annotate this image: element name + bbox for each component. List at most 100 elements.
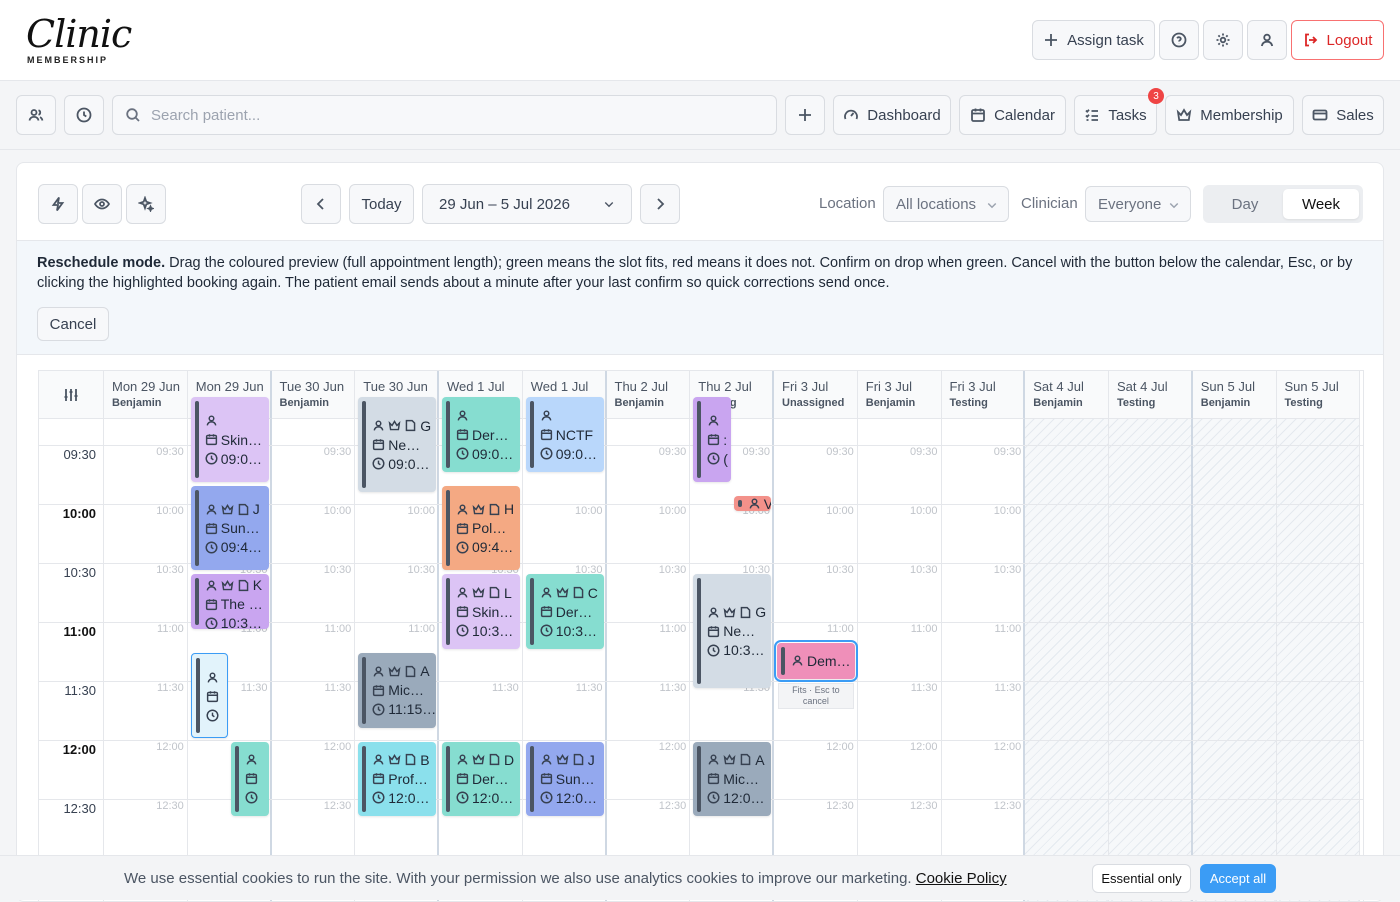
day-column[interactable]	[942, 419, 1026, 901]
appointment-card[interactable]: V	[733, 495, 772, 512]
logout-button[interactable]: Logout	[1291, 20, 1384, 60]
day-column[interactable]	[1025, 419, 1109, 901]
appointment-service: Der…	[472, 426, 509, 443]
top-bar: Clinic MEMBERSHIP Assign task Logout	[0, 0, 1400, 81]
appointment-card[interactable]	[190, 653, 229, 738]
appointment-card[interactable]: B Prof… 12:0…	[358, 741, 436, 817]
sliders-icon	[64, 388, 78, 401]
day-column[interactable]	[1109, 419, 1193, 901]
appointment-card[interactable]: L Skin… 10:3…	[442, 574, 520, 650]
calendar-nav-button[interactable]: Calendar	[959, 95, 1066, 135]
appointment-status-bar	[446, 745, 450, 813]
appointment-service: NCTF	[555, 426, 594, 443]
day-column[interactable]	[1276, 419, 1361, 901]
settings-button[interactable]	[1203, 20, 1243, 60]
appointment-card[interactable]: :(	[693, 397, 731, 482]
membership-button[interactable]: Membership	[1165, 95, 1294, 135]
clinic-logo[interactable]: Clinic MEMBERSHIP	[16, 8, 132, 70]
day-column-header: Sat 4 Jul Benjamin	[1025, 371, 1109, 419]
appointment-card[interactable]: G Ne… 10:3…	[693, 574, 771, 689]
day-column[interactable]	[858, 419, 942, 901]
appointment-name: C	[587, 584, 598, 601]
day-column[interactable]	[104, 419, 188, 901]
day-column[interactable]	[1192, 419, 1277, 901]
appointment-service: Mic…	[723, 770, 760, 787]
appointment-card[interactable]: C Der… 10:3…	[525, 574, 604, 650]
appointment-service-row: Der…	[540, 603, 592, 621]
appointment-service: Sun…	[555, 770, 595, 787]
chevron-left-icon	[316, 198, 324, 210]
appointment-name-row	[456, 407, 472, 425]
visibility-button[interactable]	[82, 184, 122, 224]
ai-assist-button[interactable]	[126, 184, 166, 224]
previous-week-button[interactable]	[301, 184, 341, 224]
tasks-button[interactable]: Tasks 3	[1074, 88, 1164, 135]
appointment-name: H	[504, 501, 515, 518]
logo-script: Clinic	[26, 12, 132, 56]
slot-time-label: 11:30	[659, 681, 687, 694]
clock-icon	[372, 703, 385, 716]
search-icon	[126, 108, 140, 122]
accept-all-button[interactable]: Accept all	[1200, 864, 1276, 893]
appointment-card[interactable]: K The … 10:3…	[190, 574, 269, 630]
person-icon	[541, 754, 552, 765]
patient-search[interactable]: Search patient...	[112, 95, 777, 135]
new-button[interactable]	[785, 95, 825, 135]
appointment-card[interactable]: G Ne… 09:0…	[358, 397, 436, 492]
profile-button[interactable]	[1247, 20, 1287, 60]
grid-settings-button[interactable]	[39, 371, 104, 419]
appointment-card[interactable]: A Mic… 11:15…	[358, 653, 436, 728]
cookie-text: We use essential cookies to run the site…	[124, 870, 1007, 887]
lightning-icon	[51, 196, 65, 212]
cookie-policy-link[interactable]: Cookie Policy	[916, 870, 1007, 887]
sales-button[interactable]: Sales	[1302, 95, 1384, 135]
appointment-card[interactable]: NCTF 09:0…	[525, 397, 604, 473]
appointment-card[interactable]: A Mic… 12:0…	[693, 741, 771, 817]
clinician-label: Clinician	[1021, 195, 1078, 212]
day-view-tab[interactable]: Day	[1207, 189, 1283, 219]
appointment-card[interactable]: Der… 09:0…	[442, 397, 520, 473]
clock-icon	[372, 791, 385, 804]
person-icon	[457, 754, 468, 765]
quick-action-button[interactable]	[38, 184, 78, 224]
logout-icon	[1304, 33, 1317, 47]
history-button[interactable]	[64, 95, 104, 135]
slot-time-label: 12:30	[993, 799, 1022, 812]
dashboard-button[interactable]: Dashboard	[833, 95, 951, 135]
appointment-time-row	[245, 789, 261, 807]
appointment-name-row: J	[540, 751, 595, 769]
reschedule-description: Drag the coloured preview (full appointm…	[37, 255, 1353, 291]
today-button[interactable]: Today	[349, 184, 414, 224]
calendar-icon	[708, 434, 720, 446]
appointment-card[interactable]: J Sun… 09:4…	[190, 485, 269, 571]
search-input[interactable]: Search patient...	[151, 107, 260, 124]
column-date: Sat 4 Jul	[1117, 379, 1168, 394]
appointment-card[interactable]: H Pol… 09:4…	[442, 485, 520, 571]
crown-icon	[472, 503, 485, 514]
location-select[interactable]: All locations	[883, 186, 1009, 222]
cancel-reschedule-button[interactable]: Cancel	[37, 307, 109, 341]
patients-button[interactable]	[16, 95, 56, 135]
assign-task-button[interactable]: Assign task	[1032, 20, 1155, 60]
calendar-icon	[540, 773, 552, 785]
appointment-name-row	[205, 412, 221, 430]
appointment-name: D	[504, 751, 515, 768]
essential-only-button[interactable]: Essential only	[1092, 864, 1191, 893]
today-label: Today	[361, 195, 402, 213]
day-column[interactable]	[523, 419, 607, 901]
date-range-picker[interactable]: 29 Jun – 5 Jul 2026	[422, 184, 632, 224]
reschedule-preview[interactable]: Dem…	[774, 640, 858, 682]
day-column[interactable]	[607, 419, 691, 901]
day-column[interactable]	[272, 419, 356, 901]
person-icon	[541, 587, 552, 598]
help-button[interactable]	[1159, 20, 1199, 60]
appointment-name-row	[707, 412, 723, 430]
appointment-card[interactable]	[231, 741, 269, 817]
appointment-card[interactable]: D Der… 12:0…	[442, 741, 520, 817]
week-view-tab[interactable]: Week	[1283, 189, 1359, 219]
clinician-select[interactable]: Everyone	[1085, 186, 1191, 222]
appointment-card[interactable]: J Sun… 12:0…	[525, 741, 604, 817]
appointment-card[interactable]: Skin… 09:0…	[190, 397, 269, 482]
next-week-button[interactable]	[640, 184, 680, 224]
week-calendar-grid: Mon 29 Jun Benjamin Mon 29 Jun Testing Tue 3…	[38, 370, 1364, 901]
